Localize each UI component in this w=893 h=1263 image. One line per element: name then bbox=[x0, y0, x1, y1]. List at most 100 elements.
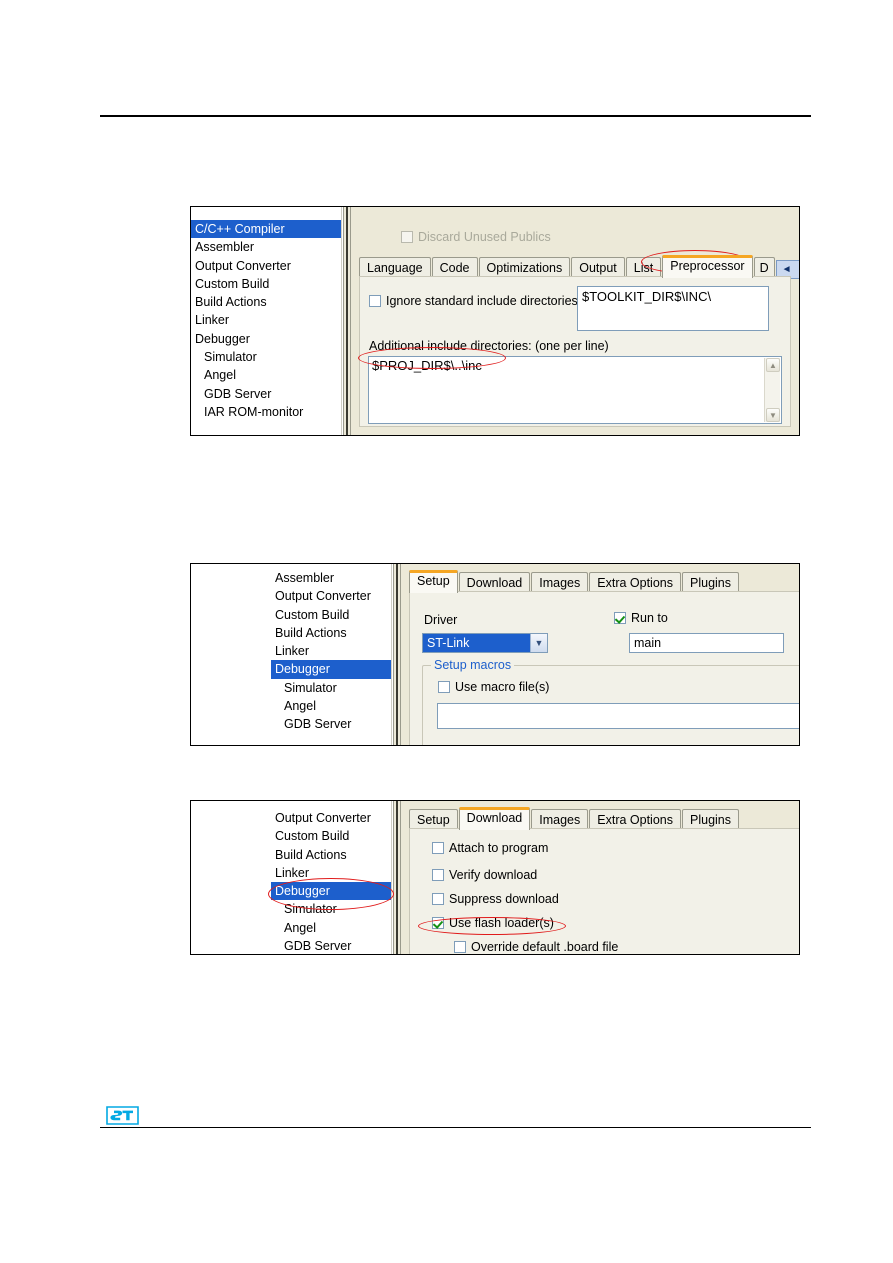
category-item[interactable]: Custom Build bbox=[271, 827, 391, 845]
category-label: Custom Build bbox=[275, 607, 350, 622]
tab-label: Code bbox=[439, 261, 470, 275]
tab-strip[interactable]: Setup Download Images Extra Options Plug… bbox=[409, 807, 740, 832]
category-item[interactable]: Debugger bbox=[271, 660, 391, 679]
category-item[interactable]: Linker bbox=[191, 311, 341, 329]
category-label: Linker bbox=[195, 313, 230, 328]
checkbox-icon[interactable] bbox=[614, 612, 626, 624]
splitter-grip bbox=[396, 564, 398, 745]
category-label: GDB Server bbox=[204, 386, 272, 401]
use-flash-loader-row[interactable]: Use flash loader(s) bbox=[432, 916, 554, 930]
pane-splitter[interactable] bbox=[343, 207, 351, 435]
category-list[interactable]: Assembler Output Converter Custom Build … bbox=[271, 569, 391, 734]
pane-splitter[interactable] bbox=[393, 564, 401, 745]
vertical-scrollbar[interactable]: ▲ ▼ bbox=[764, 358, 780, 422]
tab-preprocessor[interactable]: Preprocessor bbox=[662, 255, 753, 278]
category-tree-pane[interactable]: Output Converter Custom Build Build Acti… bbox=[271, 801, 391, 954]
category-list[interactable]: Output Converter Custom Build Build Acti… bbox=[271, 809, 391, 954]
category-label: Custom Build bbox=[275, 829, 350, 844]
chevron-down-icon[interactable]: ▼ bbox=[530, 634, 547, 652]
category-item[interactable]: Output Converter bbox=[191, 257, 341, 275]
checkbox-icon[interactable] bbox=[432, 917, 444, 929]
chevron-right-icon[interactable]: ► bbox=[795, 264, 799, 275]
override-board-file-row[interactable]: Override default .board file bbox=[454, 940, 618, 954]
chevron-left-icon[interactable]: ◄ bbox=[779, 264, 795, 275]
checkbox-icon[interactable] bbox=[432, 893, 444, 905]
additional-include-field[interactable]: $PROJ_DIR$\..\inc ▲ ▼ bbox=[368, 356, 782, 424]
category-item[interactable]: IAR ROM-monitor bbox=[191, 403, 341, 421]
arrow-glyph: ▼ bbox=[769, 410, 777, 420]
arrow-glyph: ▲ bbox=[769, 360, 777, 370]
driver-combobox[interactable]: ST-Link ▼ bbox=[422, 633, 548, 653]
scroll-down-arrow-icon[interactable]: ▼ bbox=[766, 408, 780, 422]
attach-to-program-label: Attach to program bbox=[449, 841, 549, 855]
tab-strip[interactable]: Setup Download Images Extra Options Plug… bbox=[409, 570, 740, 595]
category-item[interactable]: Build Actions bbox=[191, 293, 341, 311]
scroll-up-arrow-icon[interactable]: ▲ bbox=[766, 358, 780, 372]
macro-file-field[interactable] bbox=[437, 703, 799, 729]
tab-label: Extra Options bbox=[597, 576, 673, 590]
category-list[interactable]: C/C++ Compiler Assembler Output Converte… bbox=[191, 220, 341, 421]
category-item[interactable]: Linker bbox=[271, 642, 391, 660]
category-item[interactable]: Output Converter bbox=[271, 587, 391, 605]
category-item[interactable]: Angel bbox=[271, 919, 391, 937]
checkbox-icon[interactable] bbox=[432, 869, 444, 881]
category-label: Output Converter bbox=[195, 258, 291, 273]
ignore-standard-include-row[interactable]: Ignore standard include directories bbox=[369, 294, 578, 308]
category-item[interactable]: Custom Build bbox=[191, 275, 341, 293]
category-item[interactable]: Build Actions bbox=[271, 624, 391, 642]
category-label: Assembler bbox=[275, 571, 335, 585]
category-item[interactable]: Output Converter bbox=[271, 809, 391, 827]
options-pane: Discard Unused Publics Language Code Opt… bbox=[351, 207, 799, 435]
category-item[interactable]: GDB Server bbox=[191, 385, 341, 403]
category-item[interactable]: Assembler bbox=[271, 569, 391, 587]
options-pane: Setup Download Images Extra Options Plug… bbox=[401, 801, 799, 954]
category-item[interactable]: Simulator bbox=[191, 348, 341, 366]
category-item[interactable]: Debugger bbox=[191, 330, 341, 348]
attach-to-program-row[interactable]: Attach to program bbox=[432, 841, 548, 855]
checkbox-icon[interactable] bbox=[401, 231, 413, 243]
category-item[interactable]: Linker bbox=[271, 864, 391, 882]
category-item[interactable]: Debugger bbox=[271, 882, 391, 901]
checkbox-icon[interactable] bbox=[438, 681, 450, 693]
tab-setup[interactable]: Setup bbox=[409, 570, 458, 593]
category-label: Output Converter bbox=[275, 589, 371, 604]
cpp-compiler-preprocessor-dialog: C/C++ Compiler Assembler Output Converte… bbox=[190, 206, 800, 436]
category-item[interactable]: C/C++ Compiler bbox=[191, 220, 341, 239]
verify-download-row[interactable]: Verify download bbox=[432, 868, 537, 882]
discard-unused-publics-row[interactable]: Discard Unused Publics bbox=[401, 230, 551, 244]
checkbox-icon[interactable] bbox=[454, 941, 466, 953]
verify-download-label: Verify download bbox=[449, 868, 538, 882]
category-label: GDB Server bbox=[284, 939, 352, 954]
debugger-download-dialog: Output Converter Custom Build Build Acti… bbox=[190, 800, 800, 955]
category-tree-pane[interactable]: Assembler Output Converter Custom Build … bbox=[271, 564, 391, 745]
run-to-label: Run to bbox=[631, 611, 668, 625]
checkbox-icon[interactable] bbox=[432, 842, 444, 854]
category-item[interactable]: Angel bbox=[191, 366, 341, 384]
category-item[interactable]: Build Actions bbox=[271, 846, 391, 864]
tab-label: Setup bbox=[417, 574, 450, 588]
category-item[interactable]: GDB Server bbox=[271, 715, 391, 733]
category-item[interactable]: Simulator bbox=[271, 900, 391, 918]
category-item[interactable]: Custom Build bbox=[271, 606, 391, 624]
checkbox-icon[interactable] bbox=[369, 295, 381, 307]
category-item[interactable]: GDB Server bbox=[271, 937, 391, 954]
pane-splitter[interactable] bbox=[393, 801, 401, 954]
suppress-download-label: Suppress download bbox=[449, 892, 559, 906]
suppress-download-row[interactable]: Suppress download bbox=[432, 892, 559, 906]
toolkit-dir-field[interactable]: $TOOLKIT_DIR$\INC\ bbox=[577, 286, 769, 331]
category-item[interactable]: Assembler bbox=[191, 238, 341, 256]
run-to-field[interactable]: main bbox=[629, 633, 784, 653]
category-item[interactable]: Simulator bbox=[271, 679, 391, 697]
tab-download[interactable]: Download bbox=[458, 807, 531, 830]
options-pane: Setup Download Images Extra Options Plug… bbox=[401, 564, 799, 745]
category-label: Angel bbox=[284, 699, 316, 714]
use-macro-file-row[interactable]: Use macro file(s) bbox=[438, 680, 549, 694]
category-tree-pane[interactable]: C/C++ Compiler Assembler Output Converte… bbox=[191, 207, 341, 435]
tab-strip[interactable]: Language Code Optimizations Output List … bbox=[359, 255, 799, 280]
category-label: Linker bbox=[275, 865, 310, 880]
splitter-grip bbox=[346, 207, 348, 435]
category-label: Debugger bbox=[195, 331, 250, 346]
run-to-row[interactable]: Run to bbox=[614, 611, 668, 625]
category-label: IAR ROM-monitor bbox=[204, 404, 304, 419]
category-item[interactable]: Angel bbox=[271, 697, 391, 715]
